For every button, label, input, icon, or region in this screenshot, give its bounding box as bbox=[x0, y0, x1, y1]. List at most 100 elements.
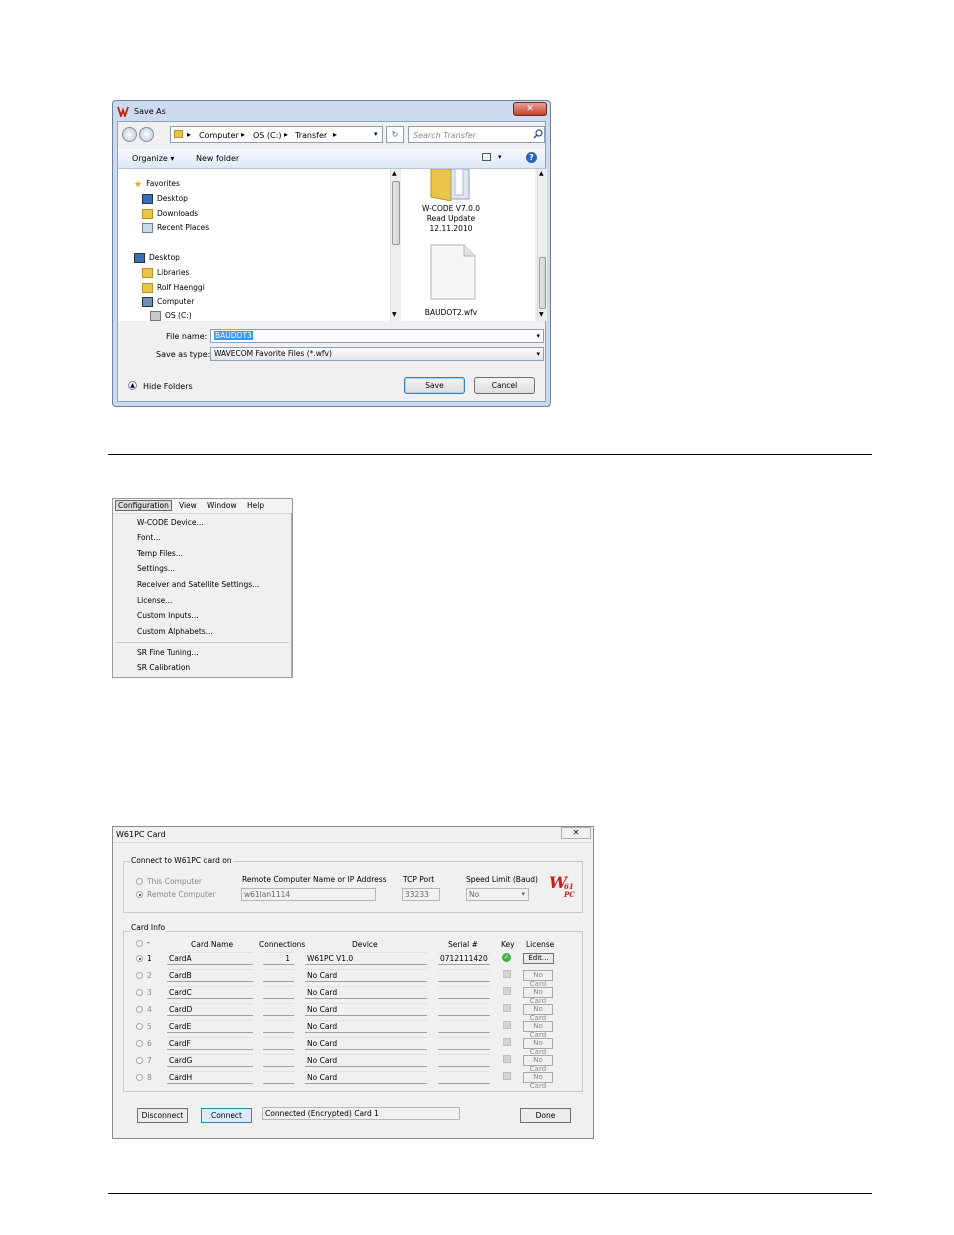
scroll-down-icon[interactable]: ▼ bbox=[539, 311, 544, 318]
device-cell: No Card bbox=[305, 986, 427, 999]
card-name-cell[interactable]: CardA bbox=[167, 952, 253, 965]
breadcrumb-computer[interactable]: Computer bbox=[199, 131, 239, 140]
card-select-radio[interactable] bbox=[136, 1006, 143, 1013]
forward-button[interactable] bbox=[139, 127, 154, 142]
menu-item-sr-fine-tuning[interactable]: SR Fine Tuning... bbox=[137, 648, 199, 657]
connect-button[interactable]: Connect bbox=[201, 1108, 252, 1123]
file-item-folder[interactable]: W-CODE V7.0.0 Read Update 12.11.2010 bbox=[401, 204, 501, 234]
card-name-cell[interactable]: CardE bbox=[167, 1020, 253, 1033]
save-type-label: Save as type: bbox=[156, 350, 211, 359]
tree-item-favorites[interactable]: ★ Favorites bbox=[134, 179, 180, 190]
menu-item-font[interactable]: Font... bbox=[137, 533, 160, 542]
breadcrumb-transfer[interactable]: Transfer bbox=[295, 131, 327, 140]
new-folder-button[interactable]: New folder bbox=[196, 154, 239, 163]
chevron-down-icon[interactable]: ▾ bbox=[498, 153, 502, 161]
menu-help[interactable]: Help bbox=[247, 501, 264, 510]
toolbar: Organize ▾ New folder ▾ ? bbox=[118, 149, 545, 169]
remote-name-input[interactable]: w61lan1114 bbox=[241, 888, 376, 901]
menu-item-license[interactable]: License... bbox=[137, 596, 172, 605]
tree-item-drive[interactable]: OS (C:) bbox=[150, 311, 192, 321]
save-button[interactable]: Save bbox=[404, 377, 465, 394]
card-name-cell[interactable]: CardG bbox=[167, 1054, 253, 1067]
cancel-button[interactable]: Cancel bbox=[474, 377, 535, 394]
breadcrumb-drive[interactable]: OS (C:) bbox=[253, 131, 281, 140]
card-name-cell[interactable]: CardB bbox=[167, 969, 253, 982]
connections-cell bbox=[263, 1020, 294, 1033]
card-name-cell[interactable]: CardD bbox=[167, 1003, 253, 1016]
card-select-radio[interactable] bbox=[136, 1074, 143, 1081]
speed-limit-select[interactable]: No ▾ bbox=[466, 888, 529, 901]
tree-item-desktop[interactable]: Desktop bbox=[142, 194, 188, 204]
tree-item-libraries[interactable]: Libraries bbox=[142, 268, 189, 278]
save-as-dialog: Save As ✕ ▸ Computer ▸ OS (C:) ▸ Transfe… bbox=[112, 100, 551, 407]
card-select-radio[interactable] bbox=[136, 1040, 143, 1047]
collapse-icon[interactable]: ▲ bbox=[128, 381, 137, 390]
scroll-thumb[interactable] bbox=[539, 257, 546, 309]
refresh-icon[interactable]: ↻ bbox=[386, 126, 404, 143]
help-icon[interactable]: ? bbox=[526, 152, 537, 163]
remote-computer-radio[interactable] bbox=[136, 891, 143, 898]
card-select-radio[interactable] bbox=[136, 972, 143, 979]
view-icon[interactable] bbox=[482, 153, 491, 161]
menu-item-custom-inputs[interactable]: Custom Inputs... bbox=[137, 611, 199, 620]
tree-item-downloads[interactable]: Downloads bbox=[142, 209, 198, 219]
card-select-radio[interactable] bbox=[136, 1057, 143, 1064]
card-name-cell[interactable]: CardH bbox=[167, 1071, 253, 1084]
menu-window[interactable]: Window bbox=[207, 501, 237, 510]
dialog-title: W61PC Card bbox=[116, 830, 166, 839]
connection-status: Connected (Encrypted) Card 1 bbox=[262, 1107, 460, 1120]
scroll-down-icon[interactable]: ▼ bbox=[392, 311, 397, 318]
scroll-thumb[interactable] bbox=[392, 181, 400, 245]
folder-icon[interactable] bbox=[427, 168, 473, 202]
menu-item-sr-calibration[interactable]: SR Calibration bbox=[137, 663, 190, 672]
card-name-cell[interactable]: CardC bbox=[167, 986, 253, 999]
card-select-radio[interactable] bbox=[136, 955, 143, 962]
menu-view[interactable]: View bbox=[179, 501, 197, 510]
search-input[interactable]: Search Transfer bbox=[408, 126, 545, 143]
connections-cell bbox=[263, 1054, 294, 1067]
menu-item-settings[interactable]: Settings... bbox=[137, 564, 175, 573]
chevron-down-icon[interactable]: ▾ bbox=[374, 130, 378, 138]
menu-item-wcode-device[interactable]: W-CODE Device... bbox=[137, 518, 204, 527]
done-button[interactable]: Done bbox=[520, 1108, 571, 1123]
key-empty-icon bbox=[503, 970, 511, 978]
scroll-up-icon[interactable]: ▲ bbox=[539, 170, 544, 177]
card-select-radio[interactable] bbox=[136, 989, 143, 996]
menu-configuration[interactable]: Configuration bbox=[115, 500, 172, 511]
back-button[interactable] bbox=[122, 127, 137, 142]
tree-item-recent-places[interactable]: Recent Places bbox=[142, 223, 209, 233]
menu-item-receiver-satellite[interactable]: Receiver and Satellite Settings... bbox=[137, 580, 259, 589]
disconnect-button[interactable]: Disconnect bbox=[137, 1108, 188, 1123]
menu-item-temp-files[interactable]: Temp Files... bbox=[137, 549, 183, 558]
license-edit-button[interactable]: Edit... bbox=[523, 953, 554, 964]
tree-item-computer[interactable]: Computer bbox=[142, 297, 194, 307]
file-name-input[interactable]: BAUDOT3 ▾ bbox=[210, 329, 544, 343]
this-computer-radio[interactable] bbox=[136, 878, 143, 885]
save-type-select[interactable]: WAVECOM Favorite Files (*.wfv) ▾ bbox=[210, 347, 544, 361]
file-icon[interactable] bbox=[430, 244, 476, 300]
tree-item-desktop2[interactable]: Desktop bbox=[134, 253, 180, 263]
menu-item-custom-alphabets[interactable]: Custom Alphabets... bbox=[137, 627, 213, 636]
card-name-cell[interactable]: CardF bbox=[167, 1037, 253, 1050]
menu-separator bbox=[115, 642, 289, 643]
scroll-up-icon[interactable]: ▲ bbox=[392, 170, 397, 177]
close-button[interactable]: ✕ bbox=[513, 102, 547, 116]
all-cards-radio[interactable] bbox=[136, 940, 143, 947]
tree-label: OS (C:) bbox=[165, 311, 192, 320]
file-item-baudot2[interactable]: BAUDOT2.wfv bbox=[401, 308, 501, 317]
tree-scrollbar[interactable]: ▲ ▼ bbox=[390, 169, 401, 321]
tree-item-user[interactable]: Rolf Haenggi bbox=[142, 283, 205, 293]
close-button[interactable]: ✕ bbox=[561, 827, 591, 839]
address-bar[interactable]: ▸ Computer ▸ OS (C:) ▸ Transfer ▸ ▾ bbox=[170, 126, 383, 143]
chevron-down-icon[interactable]: ▾ bbox=[521, 889, 525, 900]
tree-label: Desktop bbox=[157, 194, 188, 203]
organize-menu[interactable]: Organize ▾ bbox=[132, 154, 174, 163]
connections-cell bbox=[263, 1003, 294, 1016]
chevron-down-icon[interactable]: ▾ bbox=[536, 348, 540, 360]
card-select-radio[interactable] bbox=[136, 1023, 143, 1030]
tcp-port-input[interactable]: 33233 bbox=[402, 888, 440, 901]
card-number: 5 bbox=[147, 1022, 152, 1031]
hide-folders-button[interactable]: Hide Folders bbox=[143, 382, 193, 391]
file-scrollbar[interactable]: ▲ ▼ bbox=[537, 169, 547, 321]
chevron-down-icon[interactable]: ▾ bbox=[536, 330, 540, 342]
